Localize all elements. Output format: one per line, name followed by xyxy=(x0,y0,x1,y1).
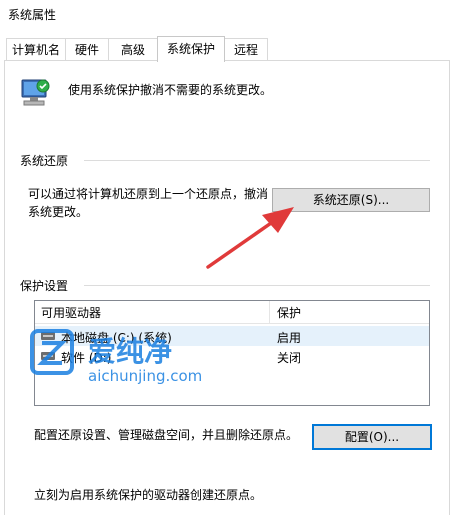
configure-description: 配置还原设置、管理磁盘空间，并且删除还原点。 xyxy=(34,428,299,442)
restore-section-divider xyxy=(84,160,430,161)
hard-drive-icon xyxy=(41,352,55,360)
window-title: 系统属性 xyxy=(8,8,57,22)
tab-strip: 计算机名 硬件 高级 系统保护 远程 xyxy=(0,36,452,62)
drive-row-c[interactable]: 本地磁盘 (C:) (系统) 启用 xyxy=(35,326,429,346)
drive-name: 软件 (D:) xyxy=(61,351,112,365)
tab-remote[interactable]: 远程 xyxy=(224,38,268,60)
drive-row-d[interactable]: 软件 (D:) 关闭 xyxy=(35,346,429,366)
create-restore-point-description: 立刻为启用系统保护的驱动器创建还原点。 xyxy=(34,488,263,502)
hard-drive-icon xyxy=(41,332,55,340)
restore-section-title: 系统还原 xyxy=(20,154,69,168)
column-header-protection[interactable]: 保护 xyxy=(277,304,301,321)
drives-list[interactable]: 可用驱动器 保护 本地磁盘 (C:) (系统) 启用 软件 (D:) 关闭 xyxy=(34,300,430,406)
column-separator[interactable] xyxy=(269,301,270,323)
tab-system-protection[interactable]: 系统保护 xyxy=(157,36,225,62)
tab-hardware[interactable]: 硬件 xyxy=(65,38,109,60)
protection-section-divider xyxy=(84,285,430,286)
drive-name: 本地磁盘 (C:) (系统) xyxy=(61,331,172,345)
drives-list-header: 可用驱动器 保护 xyxy=(35,301,429,324)
tab-advanced[interactable]: 高级 xyxy=(108,38,158,60)
intro-text: 使用系统保护撤消不需要的系统更改。 xyxy=(68,83,273,97)
tab-computer-name[interactable]: 计算机名 xyxy=(6,38,66,60)
drive-protection-status: 关闭 xyxy=(277,351,302,365)
restore-description-line2: 系统更改。 xyxy=(28,205,89,219)
protection-section-title: 保护设置 xyxy=(20,279,69,293)
annotation-arrow-icon xyxy=(206,207,294,269)
column-header-drive[interactable]: 可用驱动器 xyxy=(41,304,101,321)
configure-button[interactable]: 配置(O)... xyxy=(312,424,432,450)
system-protection-icon xyxy=(21,79,50,106)
drive-protection-status: 启用 xyxy=(277,331,302,345)
